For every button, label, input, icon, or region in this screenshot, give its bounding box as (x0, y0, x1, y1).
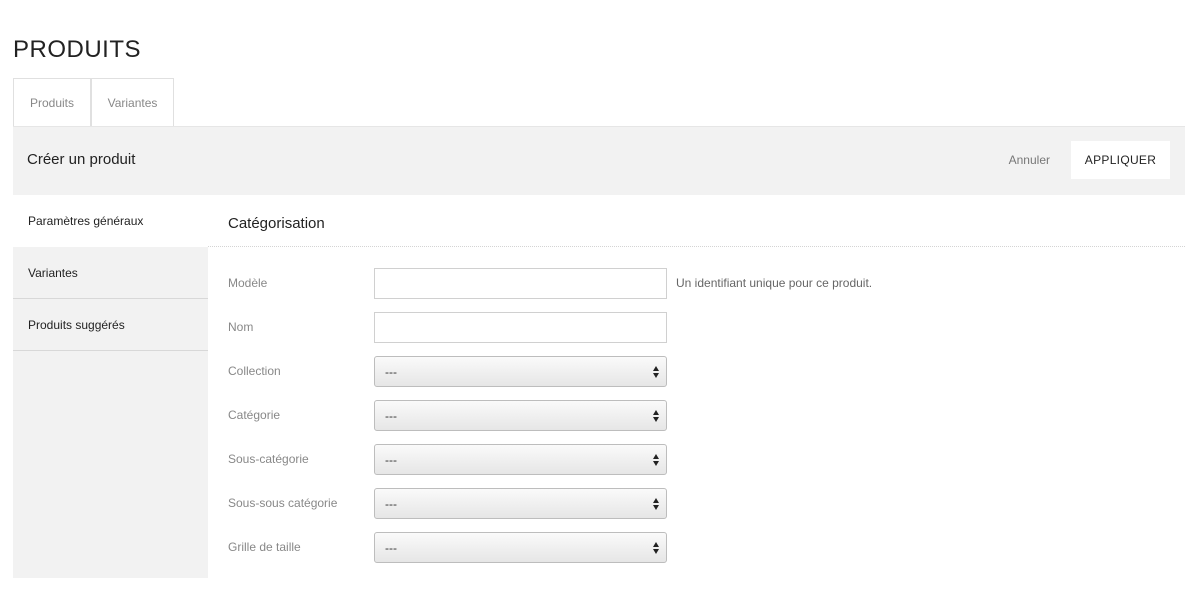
sidebar-item-produits-suggeres[interactable]: Produits suggérés (13, 299, 208, 351)
tab-bar: Produits Variantes (13, 78, 174, 127)
section-divider (208, 246, 1185, 247)
up-down-arrows-icon (653, 454, 659, 466)
sous-categorie-select[interactable]: --- (374, 444, 667, 475)
grille-de-taille-label: Grille de taille (228, 540, 301, 554)
sidebar-item-variantes[interactable]: Variantes (13, 247, 208, 299)
modele-label: Modèle (228, 276, 268, 290)
up-down-arrows-icon (653, 366, 659, 378)
sidebar: Paramètres généraux Variantes Produits s… (13, 195, 208, 578)
modele-input[interactable] (374, 268, 667, 299)
collection-label: Collection (228, 364, 281, 378)
grille-de-taille-select[interactable]: --- (374, 532, 667, 563)
categorie-select-value: --- (385, 408, 397, 423)
apply-button[interactable]: APPLIQUER (1071, 141, 1170, 179)
modele-help-text: Un identifiant unique pour ce produit. (676, 276, 873, 290)
form-row-grille-de-taille: Grille de taille --- (228, 532, 1168, 564)
nom-input[interactable] (374, 312, 667, 343)
tab-variantes[interactable]: Variantes (91, 78, 174, 127)
form-title: Créer un produit (27, 151, 136, 168)
up-down-arrows-icon (653, 498, 659, 510)
sous-categorie-select-value: --- (385, 452, 397, 467)
grille-de-taille-select-value: --- (385, 540, 397, 555)
page-title: PRODUITS (13, 36, 142, 63)
form-row-nom: Nom (228, 312, 1168, 344)
form-row-sous-categorie: Sous-catégorie --- (228, 444, 1168, 476)
up-down-arrows-icon (653, 542, 659, 554)
nom-label: Nom (228, 320, 254, 334)
sous-sous-categorie-select-value: --- (385, 496, 397, 511)
form-row-sous-sous-categorie: Sous-sous catégorie --- (228, 488, 1168, 520)
sidebar-item-parametres-generaux[interactable]: Paramètres généraux (13, 195, 208, 247)
categorie-select[interactable]: --- (374, 400, 667, 431)
sous-sous-categorie-select[interactable]: --- (374, 488, 667, 519)
action-header: Créer un produit Annuler APPLIQUER (13, 126, 1185, 195)
categorie-label: Catégorie (228, 408, 281, 422)
cancel-button[interactable]: Annuler (1009, 153, 1050, 167)
tab-produits[interactable]: Produits (13, 78, 91, 127)
form-row-modele: Modèle Un identifiant unique pour ce pro… (228, 268, 1168, 300)
sous-sous-categorie-label: Sous-sous catégorie (228, 496, 338, 510)
form-row-categorie: Catégorie --- (228, 400, 1168, 432)
form-row-collection: Collection --- (228, 356, 1168, 388)
up-down-arrows-icon (653, 410, 659, 422)
collection-select-value: --- (385, 364, 397, 379)
collection-select[interactable]: --- (374, 356, 667, 387)
sous-categorie-label: Sous-catégorie (228, 452, 309, 466)
section-title: Catégorisation (228, 215, 325, 232)
